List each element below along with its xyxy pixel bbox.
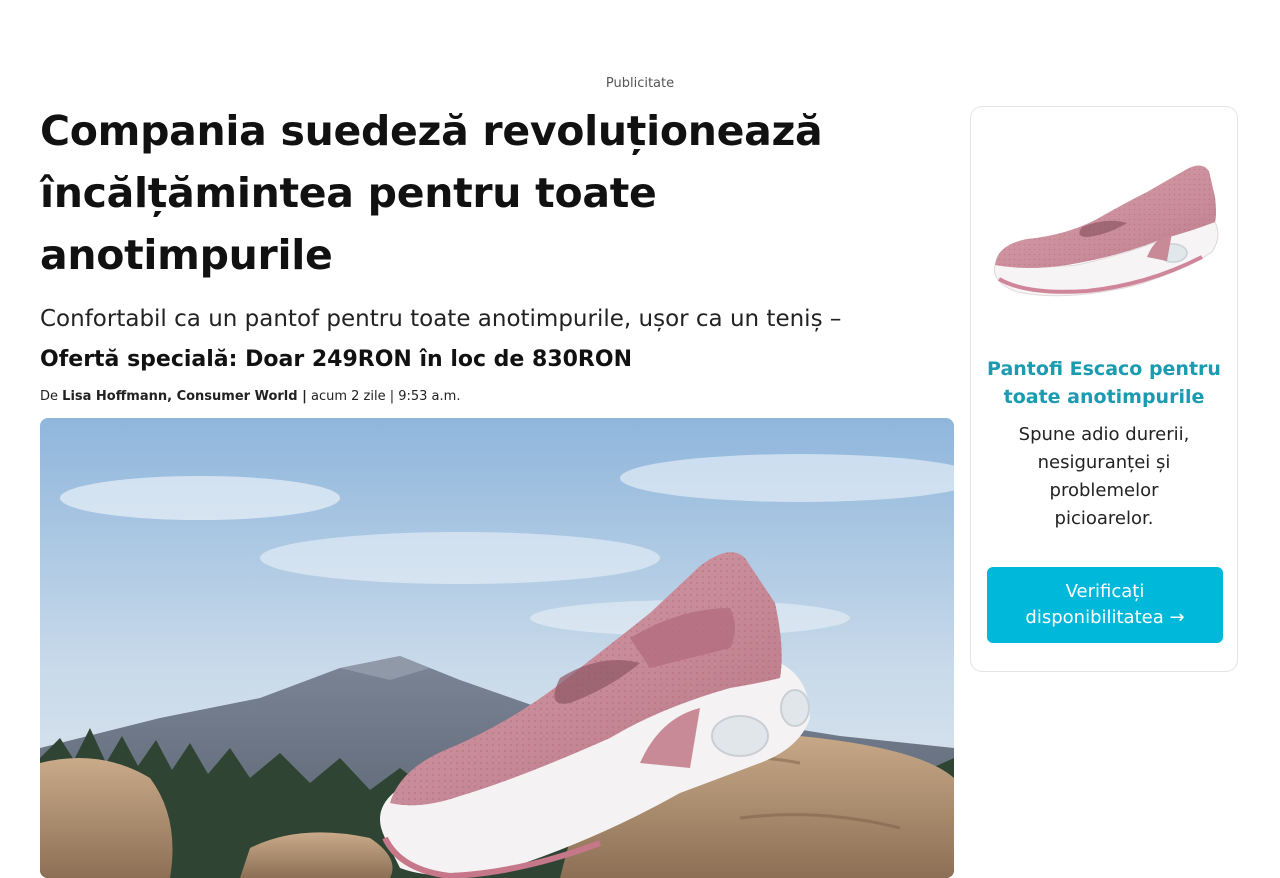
product-promo-card: Pantofi Escaco pentru toate anotimpurile… [970, 106, 1238, 672]
special-offer-text: Ofertă specială: Doar 249RON în loc de 8… [40, 347, 632, 372]
article-headline: Compania suedeză revoluționează încălțăm… [40, 107, 823, 279]
byline-prefix: De [40, 389, 59, 404]
product-image[interactable] [987, 157, 1223, 317]
product-title[interactable]: Pantofi Escaco pentru toate anotimpurile [981, 355, 1227, 411]
author-name[interactable]: Lisa Hoffmann, Consumer World | [62, 389, 307, 404]
article: Compania suedeză revoluționează încălțăm… [40, 100, 954, 878]
publish-time: acum 2 zile | 9:53 a.m. [310, 389, 461, 404]
pink-shoe-illustration [993, 165, 1219, 297]
product-description: Spune adio durerii, nesiguranței și prob… [1018, 424, 1190, 529]
advertisement-label: Publicitate [605, 76, 675, 91]
byline: De Lisa Hoffmann, Consumer World | acum … [40, 388, 954, 406]
hero-image [40, 418, 954, 878]
shoe-on-rocks-illustration [40, 418, 954, 878]
article-subheadline: Confortabil ca un pantof pentru toate an… [40, 306, 842, 332]
check-availability-button[interactable]: Verificați disponibilitatea → [987, 567, 1223, 643]
